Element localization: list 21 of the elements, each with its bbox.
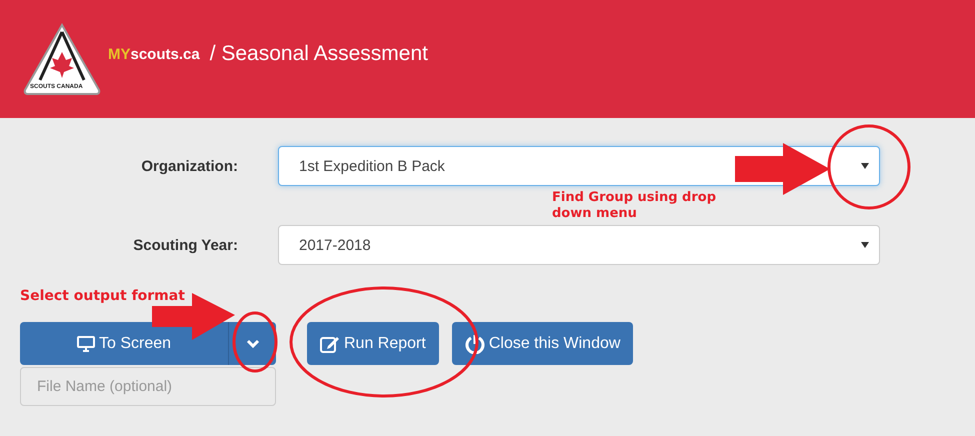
chevron-down-icon bbox=[246, 339, 260, 348]
edit-icon bbox=[320, 334, 340, 352]
select-field[interactable]: 2017-2018 bbox=[278, 225, 880, 265]
annotation-text: Find Group using drop down menu bbox=[552, 190, 718, 222]
monitor-icon bbox=[76, 336, 95, 352]
select-field[interactable]: 1st Expedition B Pack bbox=[278, 146, 880, 186]
field-label: Organization: bbox=[140, 158, 238, 174]
brand-logo: MYscouts.ca bbox=[108, 46, 200, 62]
file-name-field[interactable]: File Name (optional) bbox=[20, 367, 276, 406]
page-title: / Seasonal Assessment bbox=[210, 42, 428, 66]
annotation-text: Select output format bbox=[20, 288, 185, 304]
annotation-circle bbox=[232, 311, 278, 373]
caret-icon bbox=[861, 242, 869, 248]
output-format-button[interactable]: To Screen bbox=[20, 322, 228, 365]
scouts-badge-icon bbox=[22, 22, 102, 96]
run-report-button[interactable]: Run Report bbox=[307, 322, 439, 365]
power-icon bbox=[464, 334, 485, 354]
close-window-button[interactable]: Close this Window bbox=[452, 322, 634, 365]
caret-icon bbox=[861, 163, 869, 169]
arrow-icon bbox=[735, 143, 830, 195]
field-label: Scouting Year: bbox=[132, 236, 238, 254]
